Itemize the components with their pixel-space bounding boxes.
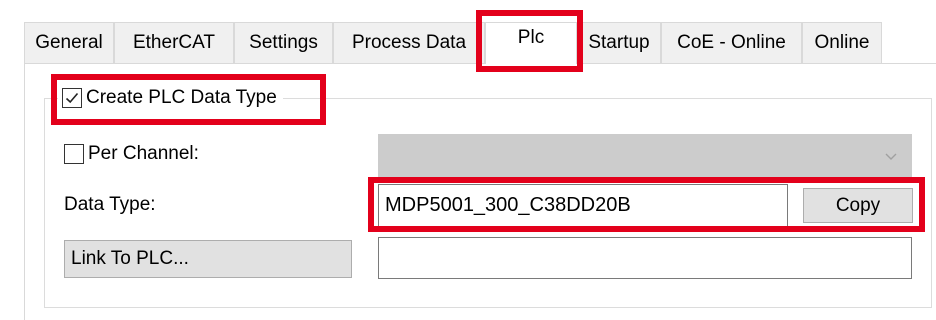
per-channel-select xyxy=(378,134,912,177)
per-channel-label: Per Channel: xyxy=(88,143,199,164)
data-type-field[interactable]: MDP5001_300_C38DD20B xyxy=(378,184,788,227)
create-plc-data-type-checkbox-row[interactable]: Create PLC Data Type xyxy=(58,80,283,116)
data-type-label: Data Type: xyxy=(64,194,156,215)
tab-process-data[interactable]: Process Data xyxy=(333,22,485,63)
data-type-value: MDP5001_300_C38DD20B xyxy=(385,194,631,216)
tab-online-label: Online xyxy=(814,32,870,53)
copy-button-label: Copy xyxy=(835,194,881,216)
tab-startup[interactable]: Startup xyxy=(577,22,661,63)
tab-online[interactable]: Online xyxy=(802,22,882,63)
tab-startup-label: Startup xyxy=(588,32,650,53)
per-channel-checkbox[interactable] xyxy=(64,144,84,164)
tab-strip-baseline xyxy=(24,63,936,64)
tab-settings[interactable]: Settings xyxy=(234,22,333,63)
tab-coe-online-label: CoE - Online xyxy=(677,32,786,53)
check-icon xyxy=(65,92,79,104)
chevron-down-icon xyxy=(885,153,897,160)
tab-process-data-label: Process Data xyxy=(351,32,467,53)
create-plc-data-type-label: Create PLC Data Type xyxy=(86,87,277,108)
per-channel-checkbox-row[interactable]: Per Channel: xyxy=(64,143,199,165)
tab-general[interactable]: General xyxy=(24,22,114,63)
tab-plc[interactable]: Plc xyxy=(485,22,577,64)
tab-general-label: General xyxy=(35,32,103,53)
link-to-plc-field[interactable] xyxy=(378,237,912,279)
link-to-plc-button[interactable]: Link To PLC... xyxy=(64,240,352,278)
tab-plc-label: Plc xyxy=(517,26,545,48)
tab-coe-online[interactable]: CoE - Online xyxy=(661,22,802,63)
tab-settings-label: Settings xyxy=(249,32,318,53)
tab-ethercat[interactable]: EtherCAT xyxy=(114,22,234,63)
copy-button[interactable]: Copy xyxy=(803,188,913,223)
link-to-plc-label: Link To PLC... xyxy=(71,248,189,269)
create-plc-data-type-checkbox[interactable] xyxy=(62,88,82,108)
tab-ethercat-label: EtherCAT xyxy=(132,32,215,53)
